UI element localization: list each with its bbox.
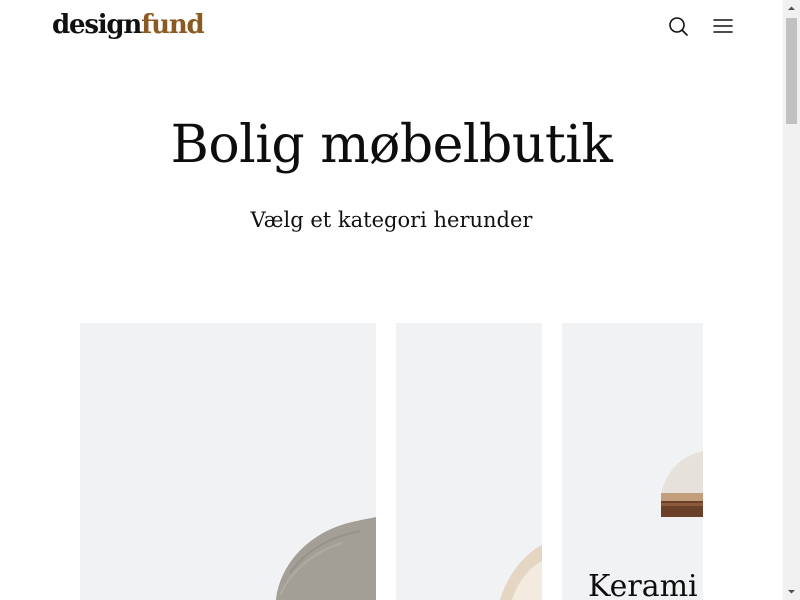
site-header: designfund — [0, 0, 783, 54]
scroll-up-arrow[interactable] — [783, 0, 800, 17]
logo-text-fund: fund — [141, 10, 205, 40]
ceramic-lamp-image — [661, 451, 703, 517]
page-subtitle: Vælg et kategori herunder — [250, 208, 533, 232]
scroll-down-icon — [788, 590, 795, 594]
upholstered-chair-image — [276, 517, 376, 600]
pendant-lamp-image — [500, 545, 542, 600]
scrollbar-thumb[interactable] — [786, 18, 797, 124]
scroll-up-icon — [788, 6, 795, 10]
category-card-chairs[interactable] — [80, 323, 376, 600]
search-icon — [669, 17, 688, 36]
category-label-ceramics: Kerami — [588, 569, 698, 600]
vertical-scrollbar[interactable] — [783, 0, 800, 600]
page-title: Bolig møbelbutik — [170, 115, 613, 175]
category-card-lamps[interactable] — [396, 323, 542, 600]
search-button[interactable] — [664, 12, 692, 40]
menu-button[interactable] — [708, 12, 738, 40]
scroll-down-arrow[interactable] — [783, 583, 800, 600]
category-card-ceramics[interactable]: Kerami — [562, 323, 703, 600]
site-logo[interactable]: designfund — [52, 7, 205, 43]
page: designfund Bolig møbelbutik Vælg et kate… — [0, 0, 783, 600]
hamburger-menu-icon — [713, 19, 733, 33]
logo-text-design: design — [52, 10, 142, 40]
